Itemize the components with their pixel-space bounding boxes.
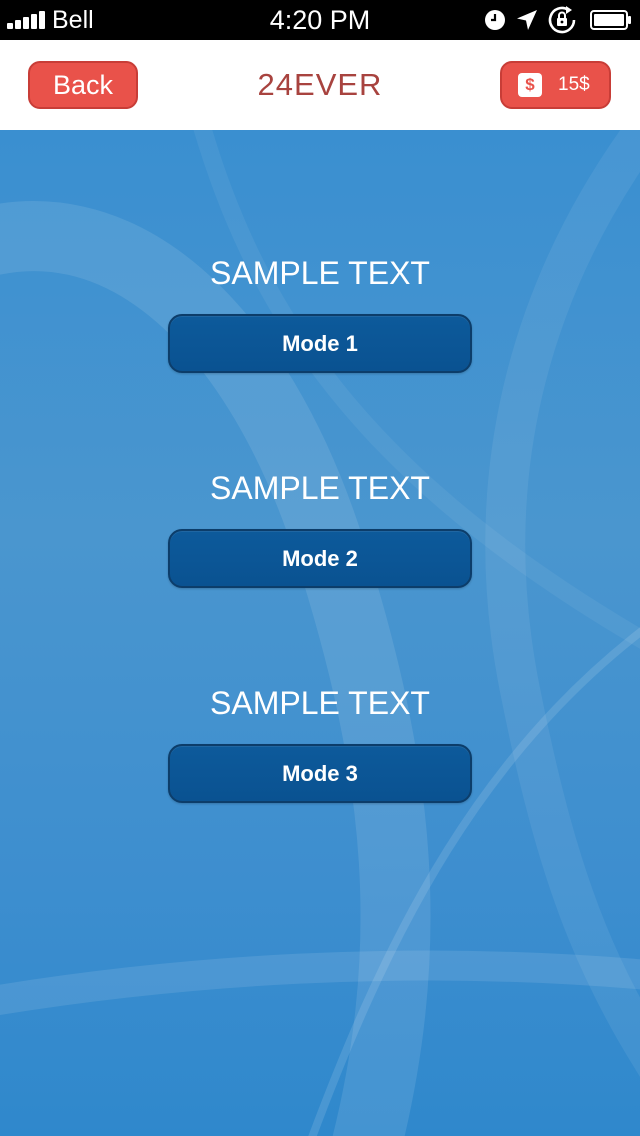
mode-2-button[interactable]: Mode 2 <box>168 529 472 588</box>
battery-icon <box>590 10 631 30</box>
main-content: SAMPLE TEXT Mode 1 SAMPLE TEXT Mode 2 SA… <box>0 130 640 1136</box>
coins-amount: 15$ <box>558 74 590 95</box>
location-arrow-icon <box>517 10 537 30</box>
status-bar: Bell 4:20 PM <box>0 0 640 40</box>
back-button[interactable]: Back <box>28 61 138 109</box>
section-heading: SAMPLE TEXT <box>210 685 430 721</box>
clock-icon <box>485 10 505 30</box>
mode-3-button[interactable]: Mode 3 <box>168 744 472 803</box>
navigation-bar: Back 24EVER $ 15$ <box>0 40 640 130</box>
coins-button[interactable]: $ 15$ <box>500 61 611 109</box>
section-heading: SAMPLE TEXT <box>210 470 430 506</box>
section-heading: SAMPLE TEXT <box>210 255 430 291</box>
dollar-icon: $ <box>518 73 542 97</box>
mode-1-button[interactable]: Mode 1 <box>168 314 472 373</box>
rotation-lock-icon <box>548 6 576 34</box>
page-title: 24EVER <box>257 67 383 102</box>
status-icons <box>474 6 632 34</box>
app-screen: Bell 4:20 PM Back 24EVER $ 15$ SAMPLE TE… <box>0 0 640 1136</box>
